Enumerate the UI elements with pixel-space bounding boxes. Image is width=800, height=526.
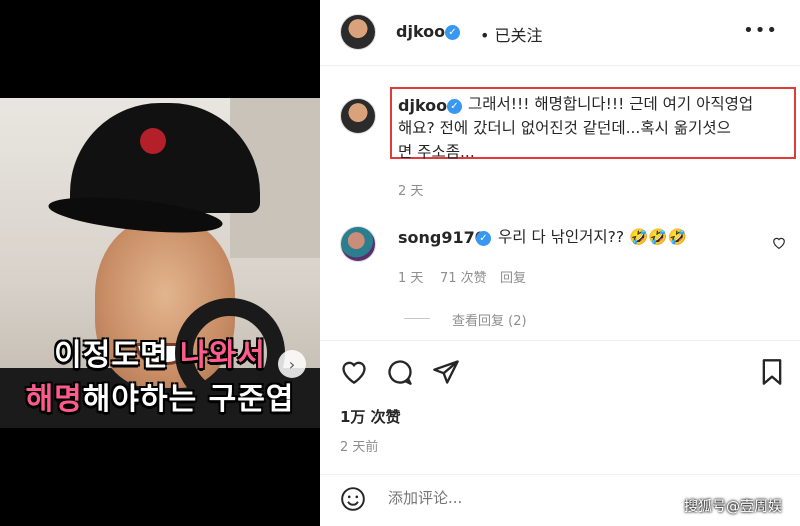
caption-text-white: 이정도면 <box>54 338 181 373</box>
comment-text-line-1: 그래서!!! 해명합니다!!! 근데 여기 아직영업 <box>468 95 754 113</box>
reply-button[interactable]: 回复 <box>500 267 526 286</box>
verified-badge-icon: ✓ <box>445 25 460 40</box>
post-like-count[interactable]: 1万 次赞 <box>340 406 401 427</box>
post-media: › 이정도면 나와서 해명해야하는 구준엽 <box>0 0 320 526</box>
comment-time: 2 天 <box>398 184 424 199</box>
caption-text-pink: 나와서 <box>180 338 266 373</box>
watermark: 搜狐号@壹周娱 <box>684 499 782 515</box>
cap-logo <box>140 128 166 154</box>
like-heart-icon[interactable] <box>340 358 368 388</box>
comment-bubble-icon[interactable] <box>386 358 414 390</box>
view-replies-button[interactable]: 查看回复 (2) <box>452 310 527 329</box>
comment-username[interactable]: djkoo <box>398 96 447 115</box>
post-time: 2 天前 <box>340 440 379 455</box>
author-avatar[interactable] <box>340 14 376 50</box>
verified-badge-icon: ✓ <box>476 231 491 246</box>
caption-text-pink: 해명 <box>25 382 83 417</box>
replies-divider <box>404 318 430 319</box>
follow-state[interactable]: • 已关注 <box>480 22 543 46</box>
comment-text: 우리 다 낚인거지?? 🤣🤣🤣 <box>498 228 687 246</box>
comment-input[interactable] <box>388 489 628 507</box>
comment-text-line-3: 면 주소좀... <box>398 143 475 161</box>
bookmark-icon[interactable] <box>760 358 784 390</box>
share-send-icon[interactable] <box>432 358 460 390</box>
author-username[interactable]: djkoo <box>396 22 445 41</box>
comment-time: 1 天 <box>398 271 424 286</box>
emoji-icon[interactable] <box>340 486 366 516</box>
comment-likes[interactable]: 71 次赞 <box>440 267 487 286</box>
post-panel: djkoo ✓ • 已关注 ••• djkoo ✓ 그래서!!! 해명합니다!!… <box>320 0 800 526</box>
verified-badge-icon: ✓ <box>447 99 462 114</box>
caption-line-1: 이정도면 나와서 <box>0 330 320 374</box>
comment-avatar[interactable] <box>340 98 376 134</box>
follow-state-label: 已关注 <box>494 26 543 45</box>
like-comment-heart-icon[interactable] <box>772 236 786 252</box>
more-options-icon[interactable]: ••• <box>743 20 778 41</box>
comment-avatar[interactable] <box>340 226 376 262</box>
dot-separator: • <box>480 26 495 45</box>
comment-text-line-2: 해요? 전에 갔더니 없어진것 같던데...혹시 옮기셧으 <box>398 119 731 137</box>
caption-text-white: 해야하는 구준엽 <box>82 382 295 417</box>
post-header <box>320 0 800 66</box>
caption-line-2: 해명해야하는 구준엽 <box>0 374 320 418</box>
comment-username[interactable]: song9170 <box>398 228 486 247</box>
